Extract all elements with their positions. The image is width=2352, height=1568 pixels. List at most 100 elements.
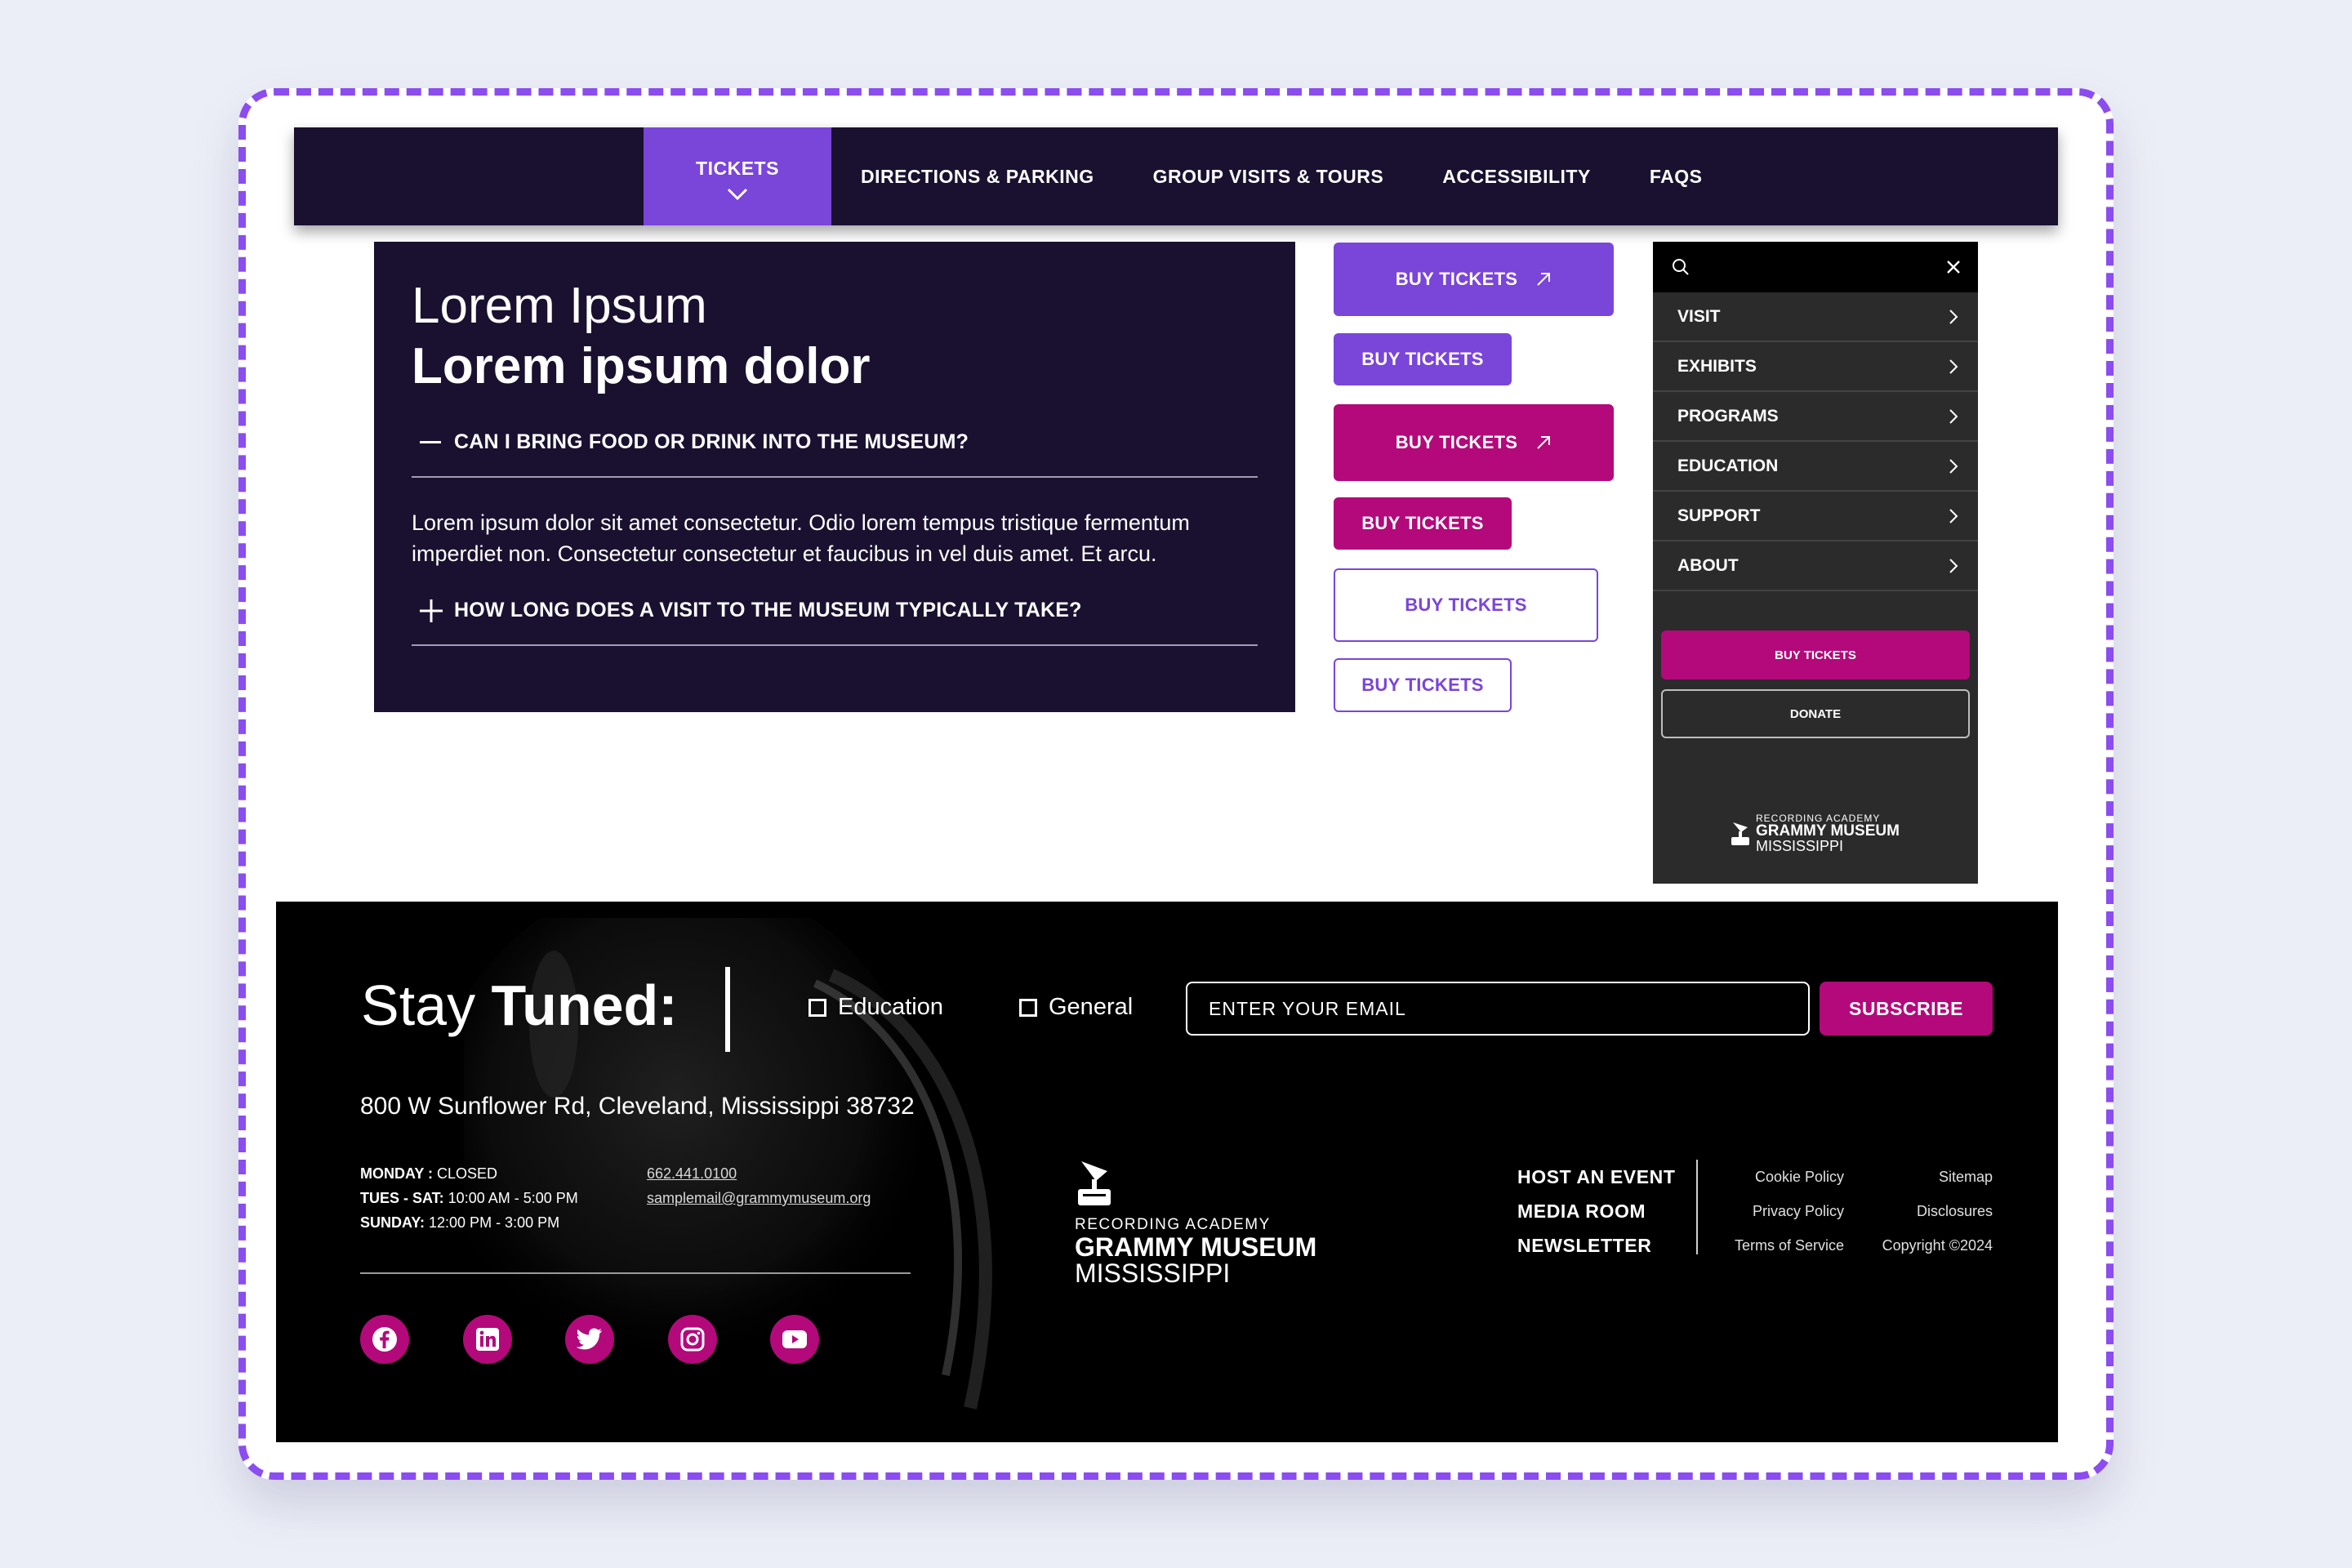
plus-icon	[420, 599, 454, 622]
faq-panel: Lorem Ipsum Lorem ipsum dolor CAN I BRIN…	[374, 242, 1295, 712]
buy-tickets-button-purple-small[interactable]: BUY TICKETS	[1334, 333, 1512, 385]
youtube-button[interactable]	[770, 1315, 819, 1364]
mobile-menu-label: EXHIBITS	[1677, 356, 1757, 376]
mobile-buy-tickets-button[interactable]: BUY TICKETS	[1661, 630, 1970, 679]
checkbox-label: General	[1049, 994, 1134, 1020]
logo-line-3: MISSISSIPPI	[1756, 838, 1844, 854]
privacy-policy-link[interactable]: Privacy Policy	[1713, 1194, 1844, 1228]
arrow-up-right-icon	[1537, 273, 1551, 286]
hours-time: 10:00 AM - 5:00 PM	[443, 1190, 578, 1206]
search-icon[interactable]	[1671, 257, 1690, 277]
grammy-museum-logo-small[interactable]: RECORDING ACADEMY GRAMMY MUSEUM MISSISSI…	[1730, 813, 1900, 853]
mobile-menu-item-education[interactable]: EDUCATION	[1653, 442, 1978, 492]
mobile-menu-item-about[interactable]: ABOUT	[1653, 541, 1978, 591]
terms-of-service-link[interactable]: Terms of Service	[1713, 1228, 1844, 1263]
close-icon[interactable]	[1945, 259, 1962, 275]
mobile-menu-label: SUPPORT	[1677, 506, 1761, 525]
facebook-button[interactable]	[360, 1315, 409, 1364]
gramophone-icon	[1078, 1161, 1111, 1205]
top-navigation: TICKETS DIRECTIONS & PARKING GROUP VISIT…	[294, 127, 2058, 225]
hours-row: MONDAY : CLOSED	[360, 1161, 578, 1186]
general-checkbox[interactable]: General	[1019, 994, 1133, 1021]
chevron-right-icon	[1949, 558, 1958, 573]
faq-answer: Lorem ipsum dolor sit amet consectetur. …	[412, 510, 1190, 566]
footer-links-divider	[1696, 1160, 1698, 1254]
mobile-menu-item-programs[interactable]: PROGRAMS	[1653, 392, 1978, 442]
footer-divider	[360, 1272, 911, 1274]
hours-time: CLOSED	[433, 1165, 498, 1182]
button-label: BUY TICKETS	[1395, 432, 1518, 452]
logo-line-2: GRAMMY MUSEUM	[1756, 822, 1900, 840]
mobile-donate-button[interactable]: DONATE	[1661, 689, 1970, 738]
chevron-right-icon	[1949, 359, 1958, 374]
gramophone-icon	[1731, 822, 1749, 845]
education-checkbox[interactable]: Education	[808, 994, 943, 1021]
linkedin-button[interactable]	[463, 1315, 512, 1364]
chevron-right-icon	[1949, 309, 1958, 324]
email-input[interactable]	[1186, 982, 1810, 1036]
buy-tickets-button-magenta-large[interactable]: BUY TICKETS	[1334, 404, 1614, 481]
instagram-button[interactable]	[668, 1315, 717, 1364]
site-footer: Stay Tuned: Education General SUBSCRIBE …	[276, 902, 2058, 1442]
email-link[interactable]: samplemail@grammymuseum.org	[647, 1186, 871, 1210]
logo-line-2: GRAMMY MUSEUM	[1075, 1232, 1317, 1262]
logo-line-3: MISSISSIPPI	[1075, 1258, 1231, 1288]
hours-day: SUNDAY:	[360, 1214, 425, 1231]
mobile-menu-item-visit[interactable]: VISIT	[1653, 292, 1978, 342]
footer-legal-links-right: Sitemap Disclosures Copyright ©2024	[1849, 1160, 1993, 1263]
twitter-button[interactable]	[565, 1315, 614, 1364]
hours-day: TUES - SAT:	[360, 1190, 444, 1206]
button-label: BUY TICKETS	[1361, 675, 1484, 695]
buy-tickets-button-outline-large[interactable]: BUY TICKETS	[1334, 568, 1598, 642]
mobile-menu-label: VISIT	[1677, 306, 1721, 326]
mobile-menu-header	[1653, 242, 1978, 292]
checkbox-square	[808, 998, 826, 1017]
buy-tickets-button-purple-large[interactable]: BUY TICKETS	[1334, 243, 1614, 316]
subscribe-button[interactable]: SUBSCRIBE	[1820, 982, 1993, 1036]
chevron-right-icon	[1949, 458, 1958, 474]
logo-line-1: RECORDING ACADEMY	[1075, 1216, 1271, 1233]
sitemap-link[interactable]: Sitemap	[1849, 1160, 1993, 1194]
faq-question-text: CAN I BRING FOOD OR DRINK INTO THE MUSEU…	[454, 430, 969, 454]
hours-day: MONDAY :	[360, 1165, 434, 1182]
button-label: BUY TICKETS	[1361, 349, 1484, 369]
faq-question-collapsed[interactable]: HOW LONG DOES A VISIT TO THE MUSEUM TYPI…	[412, 577, 1258, 646]
chevron-down-icon	[727, 188, 748, 200]
instagram-icon	[680, 1327, 705, 1352]
media-room-link[interactable]: MEDIA ROOM	[1517, 1194, 1676, 1228]
nav-tab-faqs[interactable]: FAQS	[1620, 127, 1732, 225]
mobile-menu-item-exhibits[interactable]: EXHIBITS	[1653, 342, 1978, 392]
nav-tab-group-visits-tours[interactable]: GROUP VISITS & TOURS	[1124, 127, 1414, 225]
opening-hours: MONDAY : CLOSED TUES - SAT: 10:00 AM - 5…	[360, 1161, 578, 1235]
newsletter-link[interactable]: NEWSLETTER	[1517, 1228, 1676, 1263]
arrow-up-right-icon	[1537, 436, 1551, 449]
phone-link[interactable]: 662.441.0100	[647, 1161, 871, 1186]
buy-tickets-button-magenta-small[interactable]: BUY TICKETS	[1334, 497, 1512, 550]
stay-text: Stay	[361, 973, 476, 1037]
faq-heading-bold: Lorem ipsum dolor	[412, 338, 871, 395]
nav-tab-accessibility[interactable]: ACCESSIBILITY	[1413, 127, 1620, 225]
nav-tab-directions-parking[interactable]: DIRECTIONS & PARKING	[831, 127, 1124, 225]
contact-info: 662.441.0100 samplemail@grammymuseum.org	[647, 1161, 871, 1210]
nav-tab-tickets[interactable]: TICKETS	[644, 127, 831, 225]
tuned-text: Tuned:	[491, 973, 678, 1037]
copyright-text: Copyright ©2024	[1882, 1237, 1993, 1254]
museum-address: 800 W Sunflower Rd, Cleveland, Mississip…	[360, 1093, 915, 1120]
cookie-policy-link[interactable]: Cookie Policy	[1713, 1160, 1844, 1194]
stay-tuned-heading: Stay Tuned:	[361, 977, 678, 1034]
buy-tickets-button-outline-small[interactable]: BUY TICKETS	[1334, 658, 1512, 712]
nav-tab-label: TICKETS	[696, 157, 779, 179]
faq-question-expanded[interactable]: CAN I BRING FOOD OR DRINK INTO THE MUSEU…	[412, 409, 1258, 478]
mobile-menu-label: EDUCATION	[1677, 456, 1779, 475]
button-label: BUY TICKETS	[1361, 513, 1484, 533]
youtube-icon	[782, 1330, 807, 1348]
hours-row: TUES - SAT: 10:00 AM - 5:00 PM	[360, 1186, 578, 1210]
checkbox-square	[1019, 998, 1037, 1017]
grammy-museum-logo[interactable]: RECORDING ACADEMY GRAMMY MUSEUM MISSISSI…	[1075, 1156, 1316, 1286]
host-an-event-link[interactable]: HOST AN EVENT	[1517, 1160, 1676, 1194]
disclosures-link[interactable]: Disclosures	[1849, 1194, 1993, 1228]
chevron-right-icon	[1949, 408, 1958, 424]
faq-question-text: HOW LONG DOES A VISIT TO THE MUSEUM TYPI…	[454, 599, 1082, 622]
mobile-menu-item-support[interactable]: SUPPORT	[1653, 492, 1978, 541]
